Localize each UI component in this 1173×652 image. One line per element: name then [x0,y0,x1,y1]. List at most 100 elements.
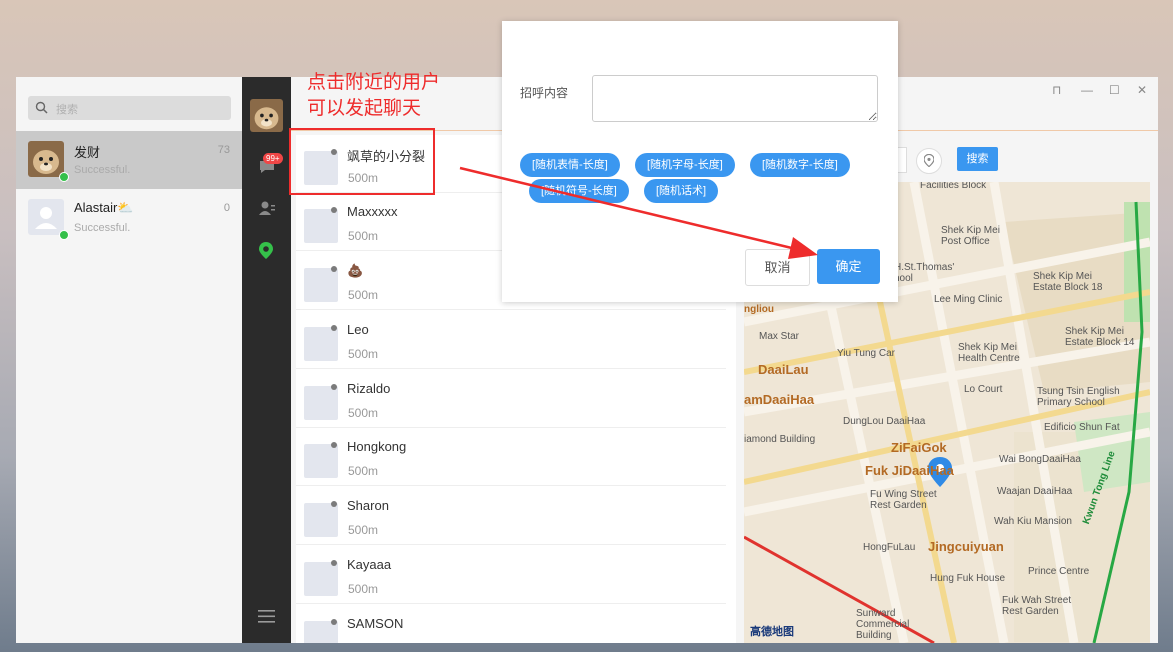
map-label: Max Star [759,331,800,342]
status-dot [331,266,337,272]
unread-badge: 99+ [263,153,283,164]
nearby-user-item[interactable]: SAMSON [296,605,726,643]
user-name: Kayaaa [347,557,392,572]
annotation-text: 点击附近的用户 可以发起聊天 [307,70,440,122]
annotation-line-2: 可以发起聊天 [307,98,422,119]
status-dot [331,207,337,213]
map-label: Fuk JiDaaiHaa [865,463,954,478]
status-dot [331,619,337,625]
locate-button[interactable] [916,148,942,174]
online-indicator [59,172,69,182]
map-label: Facilities Block [920,182,987,191]
chip-random-symbols[interactable]: [随机符号-长度] [529,179,629,203]
user-distance: 500m [348,406,379,420]
map-label: Wai BongDaaiHaa [999,454,1081,465]
chip-random-digits[interactable]: [随机数字-长度] [750,153,850,177]
map-label: Shek Kip Mei Health Centre [958,342,1020,364]
map-search-button[interactable]: 搜索 [957,147,998,171]
map-label: Lee Ming Clinic [934,294,1003,305]
user-name: Maxxxxx [347,204,398,219]
conversation-count: 0 [223,202,230,214]
contacts-icon[interactable] [258,200,276,216]
map-label: Fu Wing Street Rest Garden [870,489,937,511]
conversation-count: 73 [217,144,230,156]
user-avatar [304,444,338,478]
search-box[interactable]: 搜索 [28,96,231,120]
map-label: Jingcuiyuan [928,539,1004,554]
location-icon[interactable] [259,242,273,259]
map-label: DungLou DaaiHaa [843,416,926,427]
annotation-highlight-box [289,128,435,195]
status-dot [331,501,337,507]
menu-icon[interactable] [258,610,275,623]
status-dot [331,560,337,566]
user-distance: 500m [348,288,379,302]
search-icon [35,101,48,114]
map-label: HongFuLau [863,542,916,553]
conversation-item[interactable]: Alastair⛅ Successful. 0 [16,189,242,247]
map-label: DaaiLau [758,362,809,377]
maximize-icon[interactable]: ☐ [1109,83,1120,97]
annotation-line-1: 点击附近的用户 [307,72,441,93]
my-avatar[interactable] [250,99,283,132]
user-distance: 500m [348,523,379,537]
map-label: amDaaiHaa [744,392,815,407]
user-distance: 500m [348,464,379,478]
cancel-button[interactable]: 取消 [745,249,810,286]
close-icon[interactable]: ✕ [1137,83,1147,97]
nearby-user-item[interactable]: Sharon 500m [296,487,726,545]
map-label: Sunward Commercial Building [856,608,910,641]
user-avatar [304,562,338,596]
map-label: Shek Kip Mei Post Office [941,225,1000,247]
nav-sidebar: 99+ [242,77,291,643]
search-placeholder: 搜索 [56,104,78,116]
map-label: Tsung Tsin English Primary School [1037,386,1120,408]
user-distance: 500m [348,347,379,361]
avatar [28,199,64,235]
conversation-name: 发财 [74,145,101,160]
user-avatar [304,268,338,302]
chip-random-phrase[interactable]: [随机话术] [644,179,719,203]
chip-random-emoji[interactable]: [随机表情-长度] [520,153,620,177]
map-label: ngliou [744,304,774,315]
user-avatar [304,503,338,537]
user-avatar [304,327,338,361]
map-logo: 高德地图 [750,626,794,638]
map-label: Waajan DaaiHaa [997,486,1073,497]
greeting-dialog: 招呼内容 [随机表情-长度] [随机字母-长度] [随机数字-长度] [随机符号… [502,21,898,302]
map-label: Hung Fuk House [930,573,1006,584]
minimize-icon[interactable]: — [1081,83,1093,97]
nearby-user-item[interactable]: Kayaaa 500m [296,546,726,604]
nearby-user-item[interactable]: Leo 500m [296,311,726,369]
map-label: Fuk Wah Street Rest Garden [1002,595,1072,617]
user-name: 💩 [347,263,364,278]
map-label: Lo Court [964,384,1003,395]
confirm-button[interactable]: 确定 [817,249,880,284]
pin-icon[interactable]: ⊓ [1052,83,1061,97]
locate-icon [924,154,934,167]
map-label: Shek Kip Mei Estate Block 14 [1065,326,1135,348]
chip-random-letters[interactable]: [随机字母-长度] [635,153,735,177]
map-label: H.St.Thomas' hool [894,262,955,284]
map-label: iamond Building [744,434,816,445]
conversation-preview: Successful. [74,164,131,176]
map-label: Shek Kip Mei Estate Block 18 [1033,271,1103,293]
conversation-panel: 搜索 发财 Successful. 73 Alastair⛅ Successfu… [16,77,242,643]
map-label: Edificio Shun Fat [1044,422,1120,433]
user-distance: 500m [348,229,379,243]
avatar [28,141,64,177]
conversation-preview: Successful. [74,222,131,234]
greeting-textarea[interactable] [592,75,878,122]
nearby-user-item[interactable]: Hongkong 500m [296,428,726,486]
user-name: SAMSON [347,616,404,631]
user-name: Rizaldo [347,381,391,396]
status-dot [331,325,337,331]
user-avatar [304,386,338,420]
nearby-user-item[interactable]: Rizaldo 500m [296,370,726,428]
map-label: Prince Centre [1028,566,1090,577]
map-label: Yiu Tung Car [837,348,895,359]
conversation-item[interactable]: 发财 Successful. 73 [16,131,242,189]
user-name: Leo [347,322,369,337]
user-name: Sharon [347,498,389,513]
conversation-name: Alastair⛅ [74,200,134,215]
